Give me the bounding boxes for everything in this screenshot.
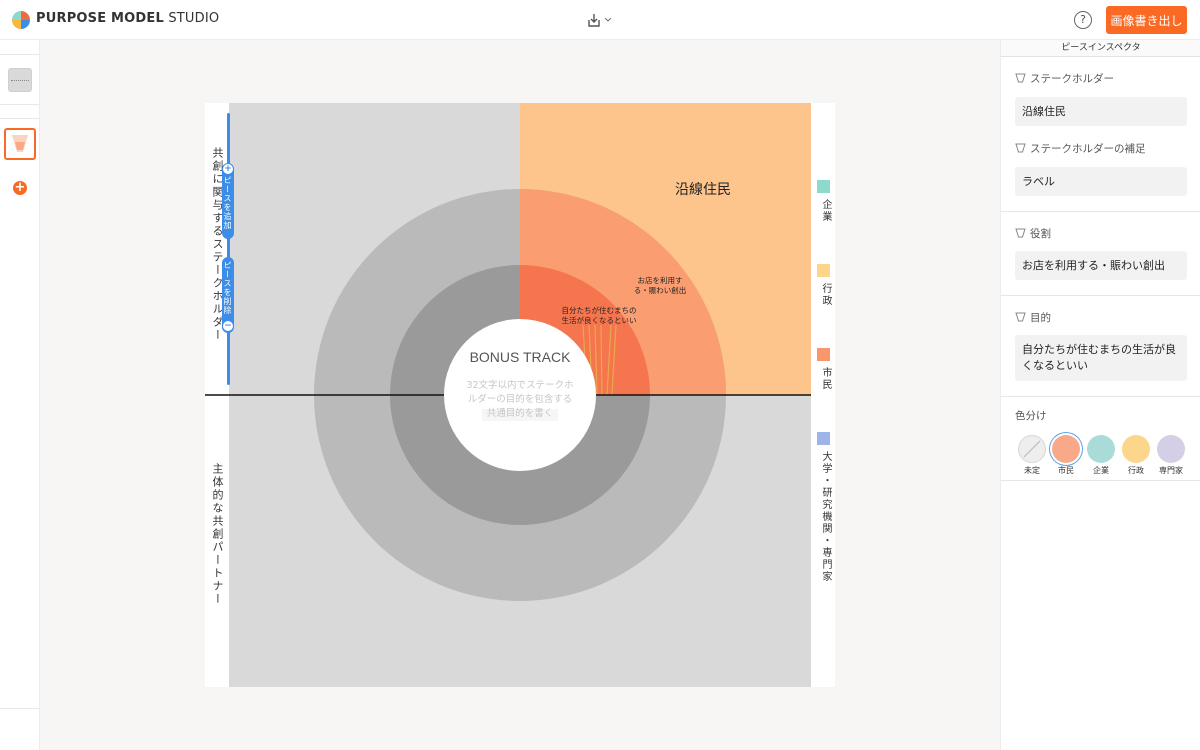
swatch-dot-selected (1052, 435, 1080, 463)
swatch-dot (1087, 435, 1115, 463)
swatch-dot (1157, 435, 1185, 463)
color-section-label: 色分け (1015, 410, 1047, 422)
supplement-field-label: ステークホルダーの補足 (1015, 141, 1146, 156)
legend-swatch-company (817, 180, 830, 193)
swatch-label: 専門家 (1159, 466, 1183, 475)
stakeholder-range-bar (227, 113, 230, 385)
role-label[interactable]: お店を利用する・賑わい創出 (631, 276, 689, 296)
common-purpose-title[interactable]: BONUS TRACK (445, 349, 595, 365)
stakeholder-name-label[interactable]: 沿線住民 (675, 179, 731, 199)
stakeholder-field-label: ステークホルダー (1015, 71, 1114, 86)
piece-icon (1015, 143, 1026, 153)
inspector-title: ピースインスペクタ (1001, 40, 1200, 57)
none-slash-icon (1023, 440, 1041, 458)
swatch-expert[interactable]: 専門家 (1156, 435, 1186, 476)
swatch-label: 未定 (1024, 466, 1040, 475)
section-divider (1001, 480, 1200, 481)
piece-inspector: ピースインスペクタ ステークホルダー 沿線住民 ステークホルダーの補足 ラベル … (1000, 40, 1200, 750)
rail-divider (0, 54, 39, 55)
app-logo-icon (12, 11, 30, 29)
remove-piece-label: ピースを削除 (223, 261, 232, 315)
rail-divider (0, 708, 39, 709)
purpose-label[interactable]: 自分たちが住むまちの生活が良くなるといい (559, 306, 639, 326)
piece-shape-icon (12, 135, 28, 152)
app-title: PURPOSE MODEL STUDIO (36, 11, 220, 26)
legend-label-expert: 大学・研究機関・専門家 (820, 451, 831, 583)
swatch-undecided[interactable]: 未定 (1017, 435, 1047, 476)
supplement-input[interactable]: ラベル (1015, 167, 1187, 196)
piece-icon (1015, 228, 1026, 238)
legend-swatch-government (817, 264, 830, 277)
role-field-label: 役割 (1015, 226, 1051, 241)
help-icon[interactable]: ? (1074, 11, 1092, 29)
purpose-field-label: 目的 (1015, 310, 1051, 325)
swatch-label: 行政 (1128, 466, 1144, 475)
download-icon[interactable] (586, 11, 616, 29)
remove-piece-button[interactable]: ピースを削除 − (222, 257, 234, 333)
section-divider (1001, 211, 1200, 212)
purpose-model-canvas[interactable]: 共創に関与するステークホルダー 主体的な共創パートナー + ピースを追加 ピース… (205, 103, 835, 687)
piece-icon (1015, 73, 1026, 83)
swatch-government[interactable]: 行政 (1121, 435, 1151, 476)
swatch-dot (1018, 435, 1046, 463)
add-piece-button[interactable]: + ピースを追加 (222, 163, 234, 239)
minus-icon: − (223, 321, 233, 331)
chevron-down-icon (604, 17, 612, 22)
export-image-button[interactable]: 画像書き出し (1106, 6, 1187, 34)
swatch-company[interactable]: 企業 (1086, 435, 1116, 476)
add-piece-label: ピースを追加 (223, 176, 232, 230)
purpose-input[interactable]: 自分たちが住むまちの生活が良くなるといい (1015, 335, 1187, 381)
swatch-label: 企業 (1093, 466, 1109, 475)
canvas-thumbnail[interactable] (8, 68, 32, 92)
rail-divider (0, 118, 39, 119)
piece-thumbnail-selected[interactable] (4, 128, 36, 160)
legend-swatch-expert (817, 432, 830, 445)
legend-label-company: 企業 (820, 199, 831, 223)
swatch-dot (1122, 435, 1150, 463)
legend-label-government: 行政 (820, 283, 831, 307)
add-piece-icon[interactable]: + (13, 181, 27, 195)
swatch-label: 市民 (1058, 466, 1074, 475)
common-purpose-hint: 32文字以内でステークホルダーの目的を包含する共通目的を書く (466, 380, 574, 419)
legend-label-citizen: 市民 (820, 367, 831, 391)
swatch-citizen[interactable]: 市民 (1051, 435, 1081, 476)
plus-icon: + (223, 164, 233, 174)
app-header: PURPOSE MODEL STUDIO ? 画像書き出し (0, 0, 1200, 40)
section-divider (1001, 396, 1200, 397)
section-divider (1001, 295, 1200, 296)
lower-axis-label: 主体的な共創パートナー (211, 463, 224, 606)
role-input[interactable]: お店を利用する・賑わい創出 (1015, 251, 1187, 280)
rail-divider (0, 104, 39, 105)
legend-swatch-citizen (817, 348, 830, 361)
piece-icon (1015, 312, 1026, 322)
stakeholder-input[interactable]: 沿線住民 (1015, 97, 1187, 126)
page-rail: + (0, 40, 40, 750)
